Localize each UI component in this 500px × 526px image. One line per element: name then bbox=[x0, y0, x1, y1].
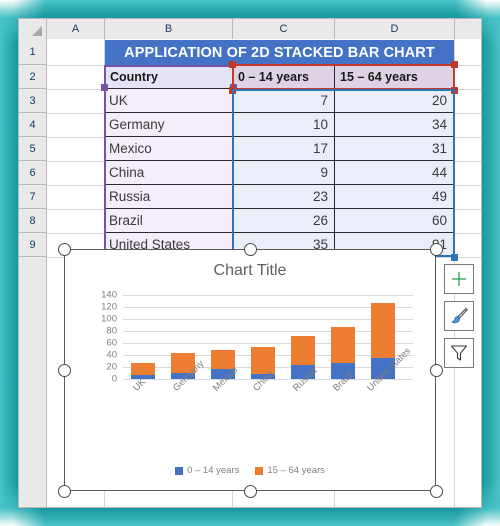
row-header-7[interactable]: 7 bbox=[19, 185, 47, 209]
table-row[interactable]: 49 bbox=[335, 185, 454, 209]
table-header-series-1[interactable]: 0 – 14 years bbox=[233, 65, 335, 89]
gridline bbox=[123, 319, 413, 320]
table-row[interactable]: 60 bbox=[335, 209, 454, 233]
chart-filters-button[interactable] bbox=[444, 338, 474, 368]
y-axis-tick: 20 bbox=[106, 361, 117, 373]
bar-segment-series-2[interactable] bbox=[291, 335, 315, 366]
y-axis-tick: 60 bbox=[106, 337, 117, 349]
chart-legend[interactable]: 0 – 14 years 15 – 64 years bbox=[65, 465, 435, 476]
chart-resize-handle-bottom-left[interactable] bbox=[58, 485, 71, 498]
selection-handle-series-names[interactable] bbox=[451, 87, 458, 94]
gridline bbox=[123, 307, 413, 308]
column-header-c[interactable]: C bbox=[233, 19, 335, 39]
funnel-icon bbox=[450, 345, 468, 361]
bar-segment-series-2[interactable] bbox=[371, 303, 395, 358]
column-header-d[interactable]: D bbox=[335, 19, 455, 39]
bar-segment-series-2[interactable] bbox=[131, 362, 155, 375]
column-header-b[interactable]: B bbox=[105, 19, 233, 39]
table-row[interactable]: 17 bbox=[233, 137, 335, 161]
table-row[interactable]: 10 bbox=[233, 113, 335, 137]
table-row[interactable]: 9 bbox=[233, 161, 335, 185]
y-axis-tick: 40 bbox=[106, 349, 117, 361]
bar-segment-series-2[interactable] bbox=[251, 347, 275, 374]
chart-plot-area[interactable]: 0 20 40 60 80 100 120 140 bbox=[101, 290, 413, 383]
legend-swatch-icon bbox=[175, 466, 184, 475]
legend-item-series-2[interactable]: 15 – 64 years bbox=[255, 465, 325, 476]
row-header-8[interactable]: 8 bbox=[19, 209, 47, 233]
chart-resize-handle-top-left[interactable] bbox=[58, 243, 71, 256]
y-axis-tick: 100 bbox=[101, 313, 117, 325]
chart-resize-handle-bottom-center[interactable] bbox=[244, 485, 257, 498]
row-header-1[interactable]: 1 bbox=[19, 39, 47, 65]
spreadsheet-grid[interactable]: A B C D 1 2 3 4 5 6 7 8 9 APPLICATION OF… bbox=[18, 18, 482, 508]
sheet-title-banner[interactable]: APPLICATION OF 2D STACKED BAR CHART bbox=[105, 40, 454, 65]
table-row[interactable]: Mexico bbox=[105, 137, 233, 161]
bar-brazil[interactable] bbox=[331, 327, 355, 379]
table-row[interactable]: Germany bbox=[105, 113, 233, 137]
table-row[interactable]: UK bbox=[105, 89, 233, 113]
table-row[interactable]: China bbox=[105, 161, 233, 185]
table-row[interactable]: Brazil bbox=[105, 209, 233, 233]
gridline bbox=[123, 331, 413, 332]
column-header-a[interactable]: A bbox=[47, 19, 105, 39]
selection-handle-series-names[interactable] bbox=[229, 61, 236, 68]
corner-triangle-icon bbox=[32, 26, 42, 36]
bar-segment-series-2[interactable] bbox=[331, 327, 355, 364]
selection-handle-series-names[interactable] bbox=[451, 61, 458, 68]
chart-styles-button[interactable] bbox=[444, 301, 474, 331]
selection-handle-values[interactable] bbox=[451, 254, 458, 261]
row-header-4[interactable]: 4 bbox=[19, 113, 47, 137]
legend-item-series-1[interactable]: 0 – 14 years bbox=[175, 465, 239, 476]
chart-object[interactable]: Chart Title 0 20 40 60 80 100 120 140 UK… bbox=[58, 243, 443, 498]
table-row[interactable]: 31 bbox=[335, 137, 454, 161]
chart-resize-handle-top-center[interactable] bbox=[244, 243, 257, 256]
table-header-series-2[interactable]: 15 – 64 years bbox=[335, 65, 454, 89]
table-row[interactable]: 26 bbox=[233, 209, 335, 233]
paintbrush-icon bbox=[451, 307, 468, 324]
row-header-5[interactable]: 5 bbox=[19, 137, 47, 161]
chart-resize-handle-top-right[interactable] bbox=[430, 243, 443, 256]
gridline bbox=[123, 343, 413, 344]
table-row[interactable]: 20 bbox=[335, 89, 454, 113]
y-axis-tick: 120 bbox=[101, 301, 117, 313]
select-all-corner[interactable] bbox=[19, 19, 47, 39]
chart-title[interactable]: Chart Title bbox=[65, 262, 435, 280]
y-axis-tick: 140 bbox=[101, 289, 117, 301]
row-header-3[interactable]: 3 bbox=[19, 89, 47, 113]
row-header-filler bbox=[19, 257, 47, 507]
table-row[interactable]: 23 bbox=[233, 185, 335, 209]
legend-swatch-icon bbox=[255, 466, 264, 475]
chart-resize-handle-bottom-right[interactable] bbox=[430, 485, 443, 498]
row-header-6[interactable]: 6 bbox=[19, 161, 47, 185]
chart-resize-handle-middle-left[interactable] bbox=[58, 364, 71, 377]
table-header-country[interactable]: Country bbox=[105, 65, 233, 89]
column-header-e[interactable] bbox=[455, 19, 481, 39]
table-row[interactable]: 44 bbox=[335, 161, 454, 185]
gridline bbox=[123, 295, 413, 296]
chart-resize-handle-middle-right[interactable] bbox=[430, 364, 443, 377]
table-row[interactable]: 34 bbox=[335, 113, 454, 137]
table-row[interactable]: 7 bbox=[233, 89, 335, 113]
y-axis-tick: 80 bbox=[106, 325, 117, 337]
table-row[interactable]: Russia bbox=[105, 185, 233, 209]
chart-elements-button[interactable] bbox=[444, 264, 474, 294]
y-axis-tick: 0 bbox=[111, 373, 117, 385]
chart-side-buttons[interactable] bbox=[444, 264, 474, 368]
row-header-2[interactable]: 2 bbox=[19, 65, 47, 89]
selection-handle-categories[interactable] bbox=[101, 84, 108, 91]
bar-uk[interactable] bbox=[131, 362, 155, 379]
row-header-9[interactable]: 9 bbox=[19, 233, 47, 257]
plus-icon bbox=[452, 272, 466, 286]
selection-handle-series-names[interactable] bbox=[229, 87, 236, 94]
